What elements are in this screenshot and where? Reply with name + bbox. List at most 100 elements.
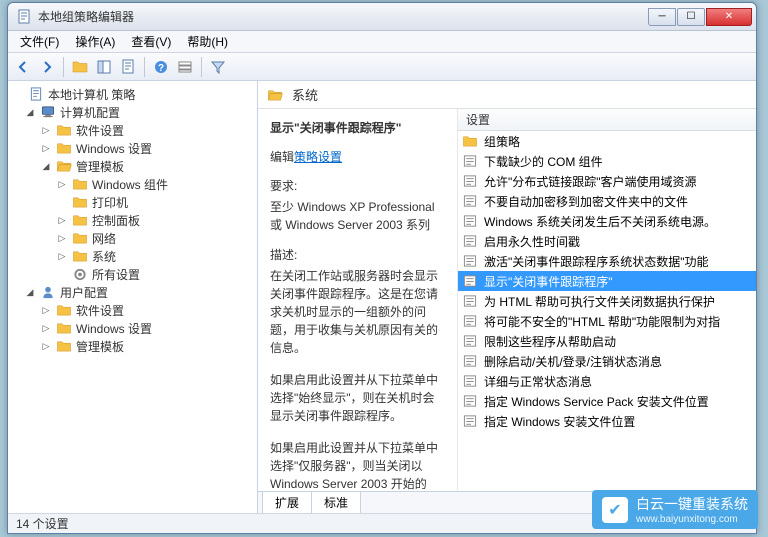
toolbar-separator	[144, 57, 145, 77]
setting-icon	[462, 374, 478, 388]
folder-icon	[72, 177, 88, 191]
list-item[interactable]: 激活"关闭事件跟踪程序系统状态数据"功能	[458, 251, 756, 271]
tree-system[interactable]: ▷系统	[8, 247, 257, 265]
watermark-title: 白云一键重装系统	[636, 496, 748, 512]
tree-control-panel[interactable]: ▷控制面板	[8, 211, 257, 229]
desc-title: 显示"关闭事件跟踪程序"	[270, 119, 445, 136]
tree-admin-templates[interactable]: ◢管理模板	[8, 157, 257, 175]
up-button[interactable]	[69, 56, 91, 78]
desc-edit-label: 编辑	[270, 150, 294, 164]
setting-icon	[462, 414, 478, 428]
list-item[interactable]: 组策略	[458, 131, 756, 151]
desc-req-label: 要求:	[270, 177, 445, 194]
list-item-label: 下载缺少的 COM 组件	[484, 153, 603, 170]
gear-icon	[72, 267, 88, 281]
list-item[interactable]: 启用永久性时间戳	[458, 231, 756, 251]
setting-icon	[462, 314, 478, 328]
list-item[interactable]: 将可能不安全的"HTML 帮助"功能限制为对指	[458, 311, 756, 331]
folder-icon	[56, 141, 72, 155]
tree-user-admin[interactable]: ▷管理模板	[8, 337, 257, 355]
setting-icon	[462, 194, 478, 208]
maximize-button[interactable]: ☐	[677, 8, 705, 26]
tree-printers[interactable]: 打印机	[8, 193, 257, 211]
list-item[interactable]: 限制这些程序从帮助启动	[458, 331, 756, 351]
tab-standard[interactable]: 标准	[311, 491, 361, 513]
folder-icon	[56, 321, 72, 335]
policy-settings-link[interactable]: 策略设置	[294, 150, 342, 164]
tree-user-config[interactable]: ◢用户配置	[8, 283, 257, 301]
properties-button[interactable]	[174, 56, 196, 78]
setting-icon	[462, 394, 478, 408]
list-body[interactable]: 组策略下载缺少的 COM 组件允许"分布式链接跟踪"客户端使用域资源不要自动加密…	[458, 131, 756, 491]
menu-file[interactable]: 文件(F)	[12, 31, 67, 52]
status-text: 14 个设置	[16, 515, 69, 532]
tree-user-software[interactable]: ▷软件设置	[8, 301, 257, 319]
list-item[interactable]: 指定 Windows Service Pack 安装文件位置	[458, 391, 756, 411]
close-button[interactable]: ✕	[706, 8, 752, 26]
list-item-label: 组策略	[484, 133, 520, 150]
list-item-label: 允许"分布式链接跟踪"客户端使用域资源	[484, 173, 697, 190]
tree-user-windows[interactable]: ▷Windows 设置	[8, 319, 257, 337]
list-item-label: 激活"关闭事件跟踪程序系统状态数据"功能	[484, 253, 709, 270]
show-hide-tree-button[interactable]	[93, 56, 115, 78]
list-item[interactable]: 不要自动加密移到加密文件夹中的文件	[458, 191, 756, 211]
menu-action[interactable]: 操作(A)	[67, 31, 123, 52]
desc-desc-label: 描述:	[270, 246, 445, 263]
computer-icon	[40, 105, 56, 119]
forward-button[interactable]	[36, 56, 58, 78]
list-pane: 设置 组策略下载缺少的 COM 组件允许"分布式链接跟踪"客户端使用域资源不要自…	[458, 109, 756, 491]
tree-pane[interactable]: 本地计算机 策略 ◢计算机配置 ▷软件设置 ▷Windows 设置 ◢管理模板 …	[8, 81, 258, 513]
folder-icon	[56, 123, 72, 137]
list-item[interactable]: 下载缺少的 COM 组件	[458, 151, 756, 171]
list-item[interactable]: 为 HTML 帮助可执行文件关闭数据执行保护	[458, 291, 756, 311]
list-item-label: 限制这些程序从帮助启动	[484, 333, 616, 350]
menu-help[interactable]: 帮助(H)	[179, 31, 236, 52]
back-button[interactable]	[12, 56, 34, 78]
folder-icon	[56, 339, 72, 353]
minimize-button[interactable]: ─	[648, 8, 676, 26]
desc-p2: 如果启用此设置并从下拉菜单中选择"始终显示"，则在关机时会显示关闭事件跟踪程序。	[270, 371, 445, 425]
help-button[interactable]: ?	[150, 56, 172, 78]
toolbar-separator	[201, 57, 202, 77]
tree-root[interactable]: 本地计算机 策略	[8, 85, 257, 103]
list-item-label: 将可能不安全的"HTML 帮助"功能限制为对指	[484, 313, 720, 330]
tree-computer-config[interactable]: ◢计算机配置	[8, 103, 257, 121]
list-item[interactable]: 删除启动/关机/登录/注销状态消息	[458, 351, 756, 371]
list-item-label: 为 HTML 帮助可执行文件关闭数据执行保护	[484, 293, 715, 310]
list-item[interactable]: 详细与正常状态消息	[458, 371, 756, 391]
right-header: 系统	[258, 81, 756, 109]
list-item[interactable]: 显示"关闭事件跟踪程序"	[458, 271, 756, 291]
toolbar: ?	[8, 53, 756, 81]
tree-windows-components[interactable]: ▷Windows 组件	[8, 175, 257, 193]
setting-icon	[462, 274, 478, 288]
list-item-label: 删除启动/关机/登录/注销状态消息	[484, 353, 662, 370]
list-item-label: 启用永久性时间戳	[484, 233, 580, 250]
filter-button[interactable]	[207, 56, 229, 78]
menu-view[interactable]: 查看(V)	[123, 31, 179, 52]
menubar: 文件(F) 操作(A) 查看(V) 帮助(H)	[8, 31, 756, 53]
list-item[interactable]: 允许"分布式链接跟踪"客户端使用域资源	[458, 171, 756, 191]
user-icon	[40, 285, 56, 299]
list-item[interactable]: Windows 系统关闭发生后不关闭系统电源。	[458, 211, 756, 231]
tree-all-settings[interactable]: 所有设置	[8, 265, 257, 283]
doc-icon	[28, 87, 44, 101]
titlebar[interactable]: 本地组策略编辑器 ─ ☐ ✕	[8, 3, 756, 31]
tree-windows-settings[interactable]: ▷Windows 设置	[8, 139, 257, 157]
right-header-title: 系统	[292, 85, 318, 104]
toolbar-separator	[63, 57, 64, 77]
setting-icon	[462, 154, 478, 168]
window-title: 本地组策略编辑器	[38, 8, 648, 25]
tab-extended[interactable]: 扩展	[262, 491, 312, 513]
tree-software-settings[interactable]: ▷软件设置	[8, 121, 257, 139]
watermark: ✔ 白云一键重装系统 www.baiyunxitong.com	[592, 490, 758, 529]
export-button[interactable]	[117, 56, 139, 78]
setting-icon	[462, 354, 478, 368]
main-window: 本地组策略编辑器 ─ ☐ ✕ 文件(F) 操作(A) 查看(V) 帮助(H) ?…	[7, 2, 757, 534]
tree-network[interactable]: ▷网络	[8, 229, 257, 247]
list-header[interactable]: 设置	[458, 109, 756, 131]
list-item[interactable]: 指定 Windows 安装文件位置	[458, 411, 756, 431]
svg-text:?: ?	[158, 63, 164, 74]
folder-icon	[72, 231, 88, 245]
list-item-label: 指定 Windows 安装文件位置	[484, 413, 635, 430]
right-pane: 系统 显示"关闭事件跟踪程序" 编辑策略设置 要求: 至少 Windows XP…	[258, 81, 756, 513]
